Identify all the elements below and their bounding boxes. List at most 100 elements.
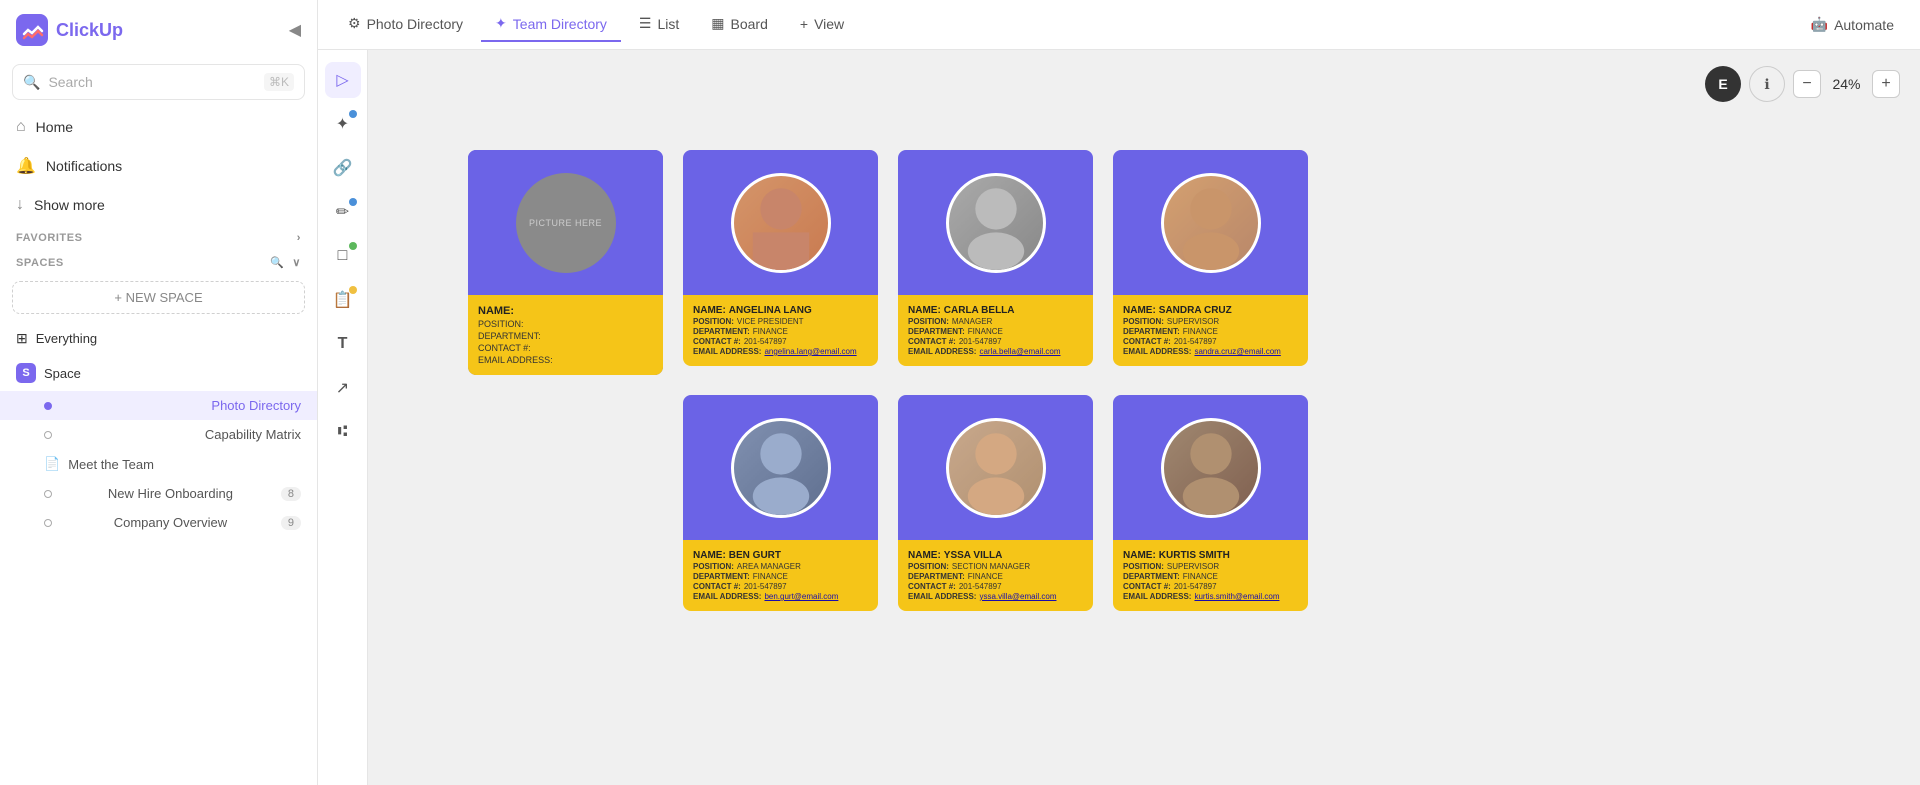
person-name-sandra: NAME: SANDRA CRUZ [1123,305,1298,316]
new-space-button[interactable]: + NEW SPACE [12,281,305,314]
tab-team-directory[interactable]: ✦ Team Directory [481,7,621,42]
automate-button[interactable]: 🤖 Automate [1801,10,1904,39]
home-icon: ⌂ [16,118,26,136]
main-area: ⚙ Photo Directory ✦ Team Directory ☰ Lis… [318,0,1920,785]
shape-tool[interactable]: □ [325,238,361,274]
tab-view[interactable]: + View [786,8,858,42]
person-dept-angelina: DEPARTMENT: FINANCE [693,327,868,336]
shape-icon: □ [338,247,348,265]
sidebar-header: ClickUp ◀ [0,0,317,60]
spaces-controls[interactable]: 🔍 ∨ [270,256,301,269]
text-icon: T [338,335,348,353]
person-info-yssa: NAME: YSSA VILLA POSITION: SECTION MANAG… [898,540,1093,611]
tab-board[interactable]: ▦ Board [697,7,782,42]
sidebar-item-company-overview[interactable]: Company Overview 9 [0,508,317,537]
template-info: NAME: POSITION: DEPARTMENT: CONTACT #: E… [468,295,663,375]
meet-the-team-label: Meet the Team [68,457,154,472]
cards-grid: PICTURE HERE NAME: POSITION: DEPARTMENT:… [388,70,1900,611]
text-tool[interactable]: T [325,326,361,362]
sidebar-item-notifications[interactable]: 🔔 Notifications [0,146,317,186]
sparkle-icon: ✦ [336,114,349,134]
sidebar-item-new-hire[interactable]: New Hire Onboarding 8 [0,479,317,508]
person-photo-kurtis [1161,418,1261,518]
space-badge: S [16,363,36,383]
sidebar-item-capability-matrix[interactable]: Capability Matrix [0,420,317,449]
company-overview-label: Company Overview [114,515,227,530]
board-tab-label: Board [731,16,768,32]
connect-icon: ⑆ [338,423,348,441]
search-bar[interactable]: 🔍 Search ⌘K [12,64,305,100]
doc-icon: 📄 [44,456,60,472]
sidebar-item-photo-directory[interactable]: Photo Directory [0,391,317,420]
template-card: PICTURE HERE NAME: POSITION: DEPARTMENT:… [468,150,663,375]
company-overview-count: 9 [281,516,301,530]
person-info-sandra: NAME: SANDRA CRUZ POSITION: SUPERVISOR D… [1113,295,1308,366]
favorites-expand[interactable]: › [297,232,301,244]
person-card-yssa: NAME: YSSA VILLA POSITION: SECTION MANAG… [898,395,1093,611]
new-hire-count: 8 [281,487,301,501]
person-photo-sandra [1161,173,1261,273]
bell-icon: 🔔 [16,156,36,176]
search-spaces-icon[interactable]: 🔍 [270,256,284,269]
inactive-dot3 [44,519,52,527]
person-card-carla: NAME: CARLA BELLA POSITION: MANAGER DEPA… [898,150,1093,366]
tab-photo-directory[interactable]: ⚙ Photo Directory [334,7,477,42]
settings-icon: ⚙ [348,15,361,32]
team-icon: ✦ [495,15,507,32]
arrow-down-icon: ↓ [16,196,24,214]
sidebar-item-meet-the-team[interactable]: 📄 Meet the Team [0,449,317,479]
person-name-ben: NAME: BEN GURT [693,550,868,561]
person-info-ben: NAME: BEN GURT POSITION: AREA MANAGER DE… [683,540,878,611]
note-tool[interactable]: 📋 [325,282,361,318]
link-tool[interactable]: 🔗 [325,150,361,186]
template-email-field: EMAIL ADDRESS: [478,355,653,365]
logo: ClickUp [16,14,123,46]
zoom-controls: E ℹ − 24% + [1705,66,1900,102]
notifications-label: Notifications [46,158,122,174]
canvas-content[interactable]: E ℹ − 24% + PICTURE HERE [368,50,1920,785]
search-icon: 🔍 [23,74,40,91]
everything-label: Everything [36,331,97,346]
blue-dot-indicator [349,110,357,118]
toolbar: ▷ ✦ 🔗 ✏ □ 📋 T ↗ [318,50,368,785]
favorites-label: FAVORITES [16,232,82,244]
person-name-kurtis: NAME: KURTIS SMITH [1123,550,1298,561]
person-contact-angelina: CONTACT #: 201-547897 [693,337,868,346]
connect-tool[interactable]: ⑆ [325,414,361,450]
person-photo-carla [946,173,1046,273]
zoom-in-button[interactable]: + [1872,70,1900,98]
sidebar-item-everything[interactable]: ⊞ Everything [0,322,317,355]
photo-directory-label: Photo Directory [211,398,301,413]
person-photo-area-yssa [898,395,1093,540]
cards-row-2: NAME: BEN GURT POSITION: AREA MANAGER DE… [683,395,1900,611]
template-name-label: NAME: [478,305,653,317]
sidebar-item-show-more[interactable]: ↓ Show more [0,186,317,224]
canvas-area: ▷ ✦ 🔗 ✏ □ 📋 T ↗ [318,50,1920,785]
sidebar-item-space[interactable]: S Space [0,355,317,391]
sidebar: ClickUp ◀ 🔍 Search ⌘K ⌂ Home 🔔 Notificat… [0,0,318,785]
person-name-carla: NAME: CARLA BELLA [908,305,1083,316]
arrow-icon: ↗ [336,378,349,398]
collapse-button[interactable]: ◀ [289,20,301,40]
blue-dot2-indicator [349,198,357,206]
pencil-tool[interactable]: ✏ [325,194,361,230]
person-photo-area-kurtis [1113,395,1308,540]
person-info-carla: NAME: CARLA BELLA POSITION: MANAGER DEPA… [898,295,1093,366]
plus-icon: + [800,16,808,32]
person-card-kurtis: NAME: KURTIS SMITH POSITION: SUPERVISOR … [1113,395,1308,611]
user-avatar[interactable]: E [1705,66,1741,102]
home-label: Home [36,119,73,135]
person-card-sandra: NAME: SANDRA CRUZ POSITION: SUPERVISOR D… [1113,150,1308,366]
tab-list[interactable]: ☰ List [625,7,693,42]
zoom-out-button[interactable]: − [1793,70,1821,98]
add-tool[interactable]: ✦ [325,106,361,142]
expand-spaces-icon[interactable]: ∨ [292,256,301,269]
tabs-bar: ⚙ Photo Directory ✦ Team Directory ☰ Lis… [318,0,1920,50]
arrow-tool[interactable]: ↗ [325,370,361,406]
sidebar-item-home[interactable]: ⌂ Home [0,108,317,146]
new-hire-label: New Hire Onboarding [108,486,233,501]
show-more-label: Show more [34,197,105,213]
cursor-tool[interactable]: ▷ [325,62,361,98]
info-button[interactable]: ℹ [1749,66,1785,102]
person-name-yssa: NAME: YSSA VILLA [908,550,1083,561]
